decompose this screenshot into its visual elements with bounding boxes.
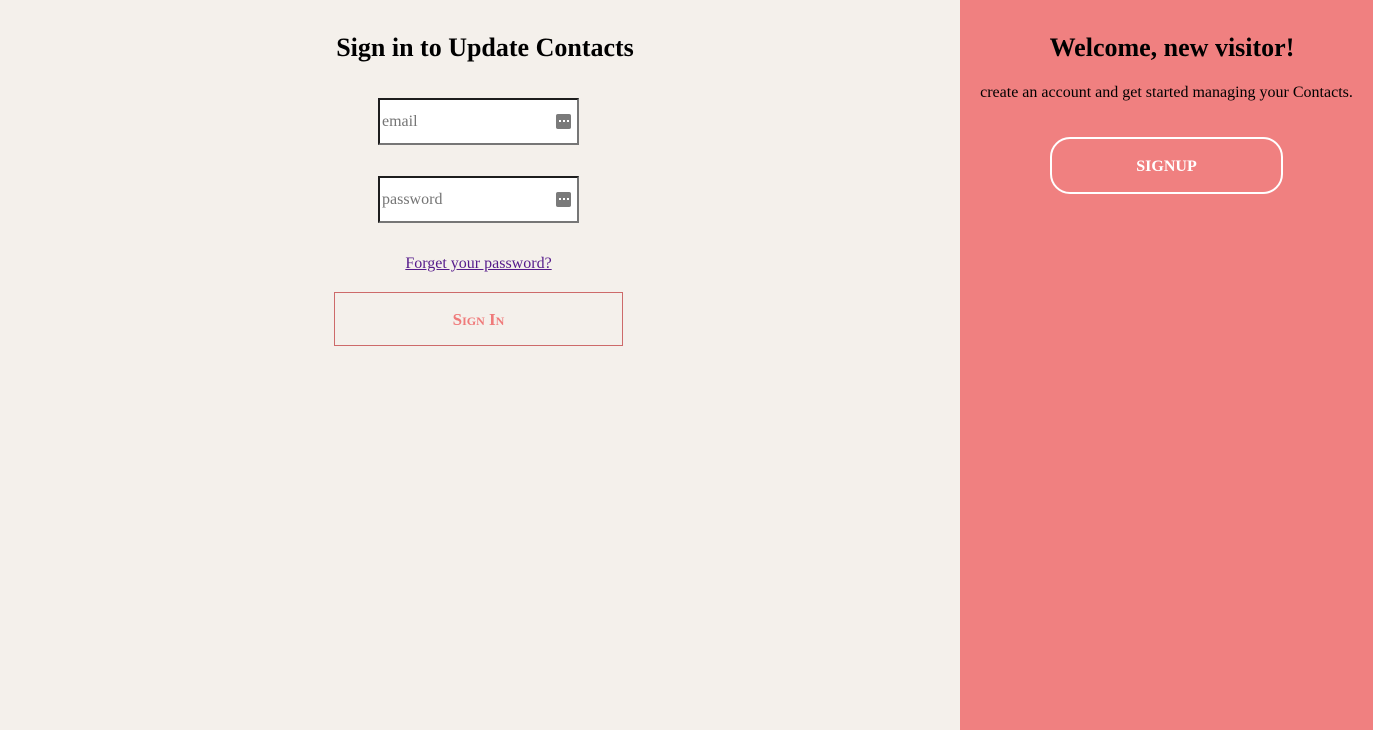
sign-in-button[interactable]: Sign In [334,292,623,346]
password-manager-key-icon[interactable] [556,192,571,207]
page: Sign in to Update Contacts Forget your p… [0,0,1373,730]
signup-panel: Welcome, new visitor! create an account … [960,0,1373,730]
signup-button[interactable]: SIGNUP [1050,137,1283,194]
email-input[interactable] [380,100,577,143]
forgot-password-link[interactable]: Forget your password? [0,255,957,273]
email-field[interactable] [378,98,579,145]
signin-title: Sign in to Update Contacts [336,33,634,62]
password-input[interactable] [380,178,577,221]
welcome-title: Welcome, new visitor! [1049,33,1295,62]
password-manager-key-icon[interactable] [556,114,571,129]
password-field[interactable] [378,176,579,223]
signin-panel: Sign in to Update Contacts Forget your p… [0,0,960,730]
welcome-text: create an account and get started managi… [980,84,1353,101]
